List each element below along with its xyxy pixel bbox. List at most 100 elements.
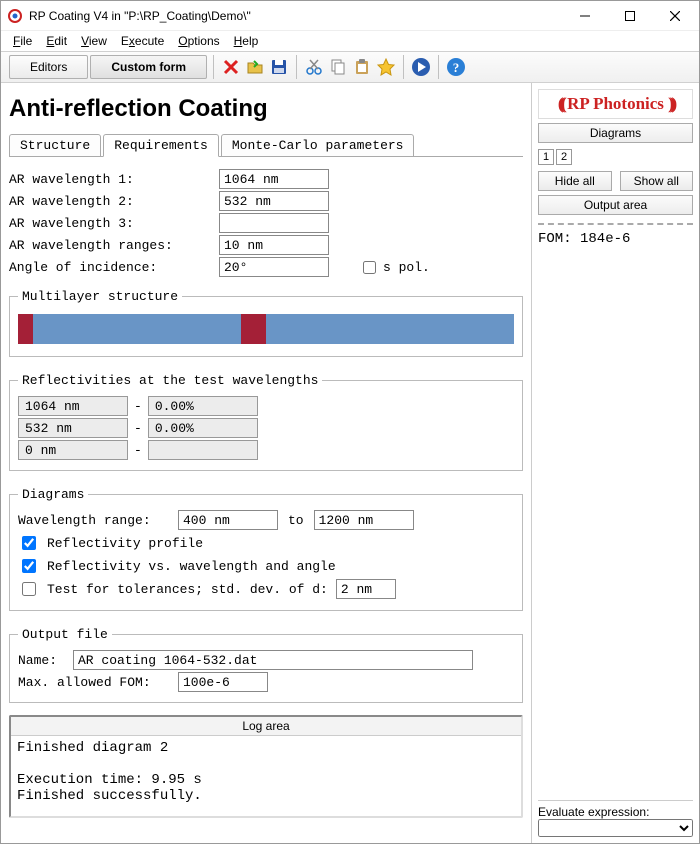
tab-monte-carlo[interactable]: Monte-Carlo parameters <box>221 134 415 157</box>
titlebar: RP Coating V4 in "P:\RP_Coating\Demo\" <box>1 1 699 31</box>
tab-requirements[interactable]: Requirements <box>103 134 219 157</box>
form-area: AR wavelength 1: AR wavelength 2: AR wav… <box>9 157 523 279</box>
multilayer-segment <box>241 314 266 344</box>
separator <box>296 55 297 79</box>
diagrams-header: Diagrams <box>538 123 693 143</box>
separator <box>403 55 404 79</box>
spol-label: s pol. <box>383 260 430 275</box>
output-file-legend: Output file <box>18 627 112 642</box>
output-file-fieldset: Output file Name: Max. allowed FOM: <box>9 627 523 703</box>
angle-input[interactable] <box>219 257 329 277</box>
hide-all-button[interactable]: Hide all <box>538 171 612 191</box>
ar2-label: AR wavelength 2: <box>9 194 219 209</box>
window-title: RP Coating V4 in "P:\RP_Coating\Demo\" <box>29 9 562 23</box>
delete-icon[interactable] <box>220 56 242 78</box>
spol-checkbox[interactable] <box>363 261 376 274</box>
editors-button[interactable]: Editors <box>9 55 88 79</box>
multilayer-fieldset: Multilayer structure <box>9 289 523 357</box>
range-label: Wavelength range: <box>18 513 178 528</box>
custom-form-button[interactable]: Custom form <box>90 55 207 79</box>
evaluate-select[interactable] <box>538 819 693 837</box>
favorite-icon[interactable] <box>375 56 397 78</box>
maximize-button[interactable] <box>607 2 652 30</box>
toolbar: Editors Custom form ? <box>1 51 699 83</box>
ar3-label: AR wavelength 3: <box>9 216 219 231</box>
tolerance-input[interactable] <box>336 579 396 599</box>
evaluate-label: Evaluate expression: <box>538 805 693 819</box>
menu-options[interactable]: Options <box>172 33 225 49</box>
diagrams-legend: Diagrams <box>18 487 88 502</box>
range-to-input[interactable] <box>314 510 414 530</box>
open-icon[interactable] <box>244 56 266 78</box>
menu-view[interactable]: View <box>75 33 113 49</box>
cut-icon[interactable] <box>303 56 325 78</box>
menu-edit[interactable]: Edit <box>40 33 73 49</box>
rp-logo: ((( RP Photonics ))) <box>538 89 693 119</box>
save-icon[interactable] <box>268 56 290 78</box>
reflectivities-legend: Reflectivities at the test wavelengths <box>18 373 322 388</box>
angle-label: Angle of incidence: <box>9 260 219 275</box>
output-fom-input[interactable] <box>178 672 268 692</box>
reflectivity-row: 532 nm-0.00% <box>18 418 514 438</box>
help-icon[interactable]: ? <box>445 56 467 78</box>
menubar: File Edit View Execute Options Help <box>1 31 699 51</box>
diagrams-fieldset: Diagrams Wavelength range: to Reflectivi… <box>9 487 523 611</box>
chk-refl-angle-label: Reflectivity vs. wavelength and angle <box>47 559 336 574</box>
ar1-label: AR wavelength 1: <box>9 172 219 187</box>
side-panel: ((( RP Photonics ))) Diagrams 1 2 Hide a… <box>531 83 699 843</box>
ar-ranges-label: AR wavelength ranges: <box>9 238 219 253</box>
evaluate-row: Evaluate expression: <box>538 800 693 837</box>
ar2-input[interactable] <box>219 191 329 211</box>
range-to-word: to <box>278 513 314 528</box>
tab-structure[interactable]: Structure <box>9 134 101 157</box>
refl-val <box>148 440 258 460</box>
reflectivity-row: 0 nm- <box>18 440 514 460</box>
chk-tolerances-label: Test for tolerances; std. dev. of d: <box>47 582 328 597</box>
chk-refl-profile[interactable] <box>22 536 36 550</box>
ar1-input[interactable] <box>219 169 329 189</box>
log-body[interactable]: Finished diagram 2 Execution time: 9.95 … <box>11 736 521 816</box>
multilayer-segment <box>266 314 514 344</box>
diagram-tab-2[interactable]: 2 <box>556 149 572 165</box>
multilayer-segment <box>18 314 33 344</box>
menu-file[interactable]: File <box>7 33 38 49</box>
copy-icon[interactable] <box>327 56 349 78</box>
chk-tolerances[interactable] <box>22 582 36 596</box>
output-area-header: Output area <box>538 195 693 215</box>
multilayer-bar <box>18 314 514 344</box>
diagram-tab-1[interactable]: 1 <box>538 149 554 165</box>
output-fom-label: Max. allowed FOM: <box>18 675 178 690</box>
paste-icon[interactable] <box>351 56 373 78</box>
reflectivities-fieldset: Reflectivities at the test wavelengths 1… <box>9 373 523 471</box>
multilayer-legend: Multilayer structure <box>18 289 182 304</box>
refl-val: 0.00% <box>148 418 258 438</box>
app-icon <box>7 8 23 24</box>
output-area: FOM: 184e-6 <box>538 223 693 796</box>
log-header: Log area <box>11 717 521 736</box>
minimize-button[interactable] <box>562 2 607 30</box>
main-panel: Anti-reflection Coating Structure Requir… <box>1 83 531 843</box>
log-area: Log area Finished diagram 2 Execution ti… <box>9 715 523 818</box>
diagram-tabs: 1 2 <box>538 149 693 165</box>
page-title: Anti-reflection Coating <box>9 95 523 123</box>
svg-text:?: ? <box>453 60 460 75</box>
ar-ranges-input[interactable] <box>219 235 329 255</box>
output-name-input[interactable] <box>73 650 473 670</box>
chk-refl-profile-label: Reflectivity profile <box>47 536 203 551</box>
separator <box>213 55 214 79</box>
output-name-label: Name: <box>18 653 73 668</box>
refl-wl: 1064 nm <box>18 396 128 416</box>
close-button[interactable] <box>652 2 697 30</box>
refl-wl: 0 nm <box>18 440 128 460</box>
tabs: Structure Requirements Monte-Carlo param… <box>9 133 523 157</box>
run-icon[interactable] <box>410 56 432 78</box>
reflectivity-row: 1064 nm-0.00% <box>18 396 514 416</box>
separator <box>438 55 439 79</box>
menu-execute[interactable]: Execute <box>115 33 170 49</box>
chk-refl-angle[interactable] <box>22 559 36 573</box>
refl-wl: 532 nm <box>18 418 128 438</box>
ar3-input[interactable] <box>219 213 329 233</box>
menu-help[interactable]: Help <box>228 33 265 49</box>
show-all-button[interactable]: Show all <box>620 171 694 191</box>
range-from-input[interactable] <box>178 510 278 530</box>
